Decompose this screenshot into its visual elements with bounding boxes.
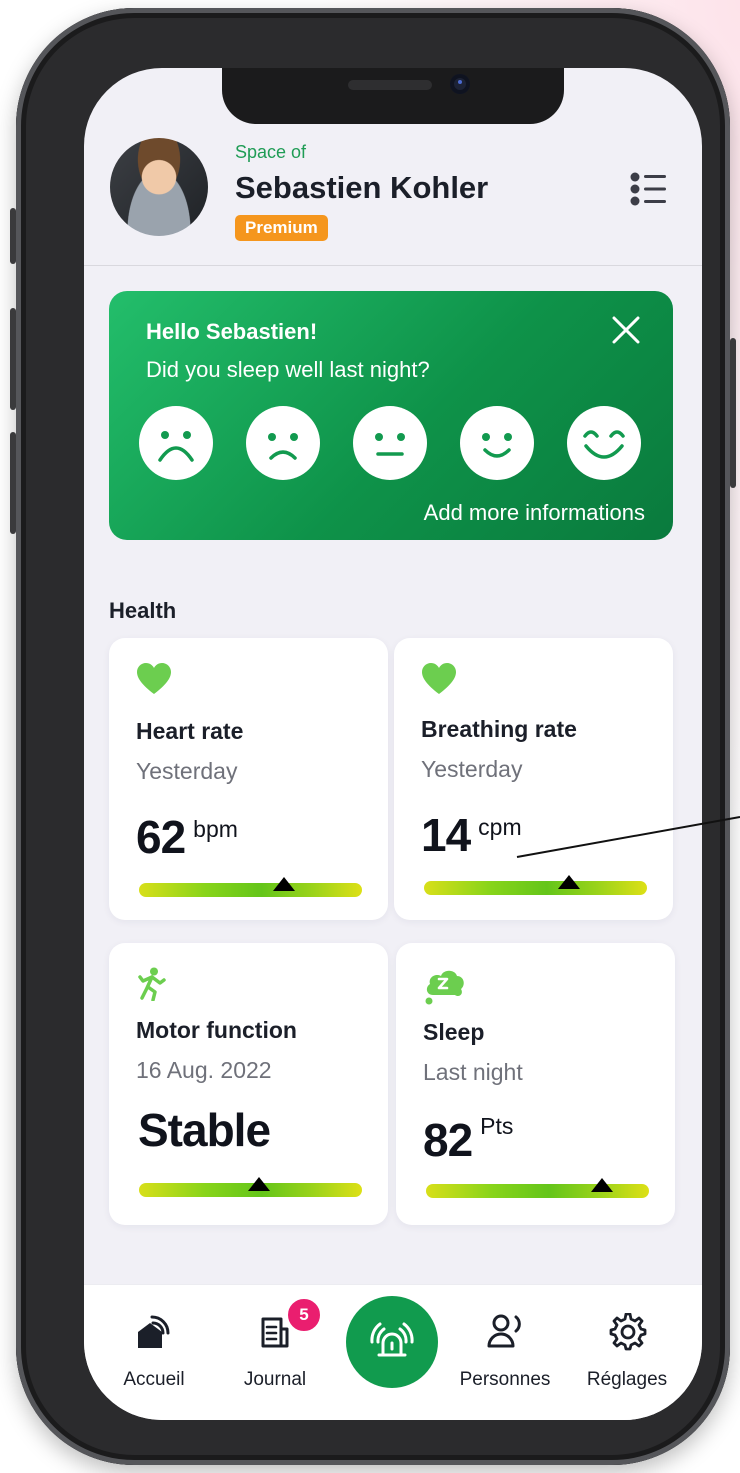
app-screen: Space of Sebastien Kohler Premium Hello …: [84, 68, 702, 1420]
nav-settings-label: Réglages: [586, 1369, 668, 1390]
mood-happy-button[interactable]: [460, 406, 534, 480]
nav-journal-label: Journal: [243, 1369, 307, 1390]
mood-very-happy-button[interactable]: [567, 406, 641, 480]
breathing-rate-unit: cpm: [478, 814, 522, 840]
mood-sad-button[interactable]: [246, 406, 320, 480]
breathing-rate-period: Yesterday: [421, 756, 523, 782]
volume-down-button: [10, 432, 16, 534]
menu-icon[interactable]: [630, 172, 668, 206]
breathing-rate-gauge: [424, 875, 647, 895]
space-label: Space of: [235, 142, 307, 162]
sleep-score: 82: [423, 1114, 473, 1166]
volume-up-button: [10, 308, 16, 410]
greeting-question: Did you sleep well last night?: [146, 357, 430, 382]
sleep-gauge: [426, 1178, 649, 1198]
heart-rate-period: Yesterday: [136, 758, 238, 784]
nav-home-label: Accueil: [123, 1369, 185, 1390]
motor-function-gauge: [139, 1177, 362, 1197]
mood-very-sad-button[interactable]: [139, 406, 213, 480]
motor-function-gauge-marker: [248, 1177, 271, 1191]
sleep-gauge-marker: [591, 1178, 614, 1192]
breathing-rate-card[interactable]: Breathing rate Yesterday 14 cpm: [394, 638, 673, 920]
heart-rate-title: Heart rate: [136, 718, 244, 744]
motor-function-status: Stable: [138, 1104, 271, 1156]
mood-neutral-button[interactable]: [353, 406, 427, 480]
nav-people[interactable]: Personnes: [445, 1285, 565, 1405]
heart-rate-value: 62: [136, 811, 186, 863]
phone-frame: Space of Sebastien Kohler Premium Hello …: [10, 8, 736, 1465]
nav-people-label: Personnes: [459, 1369, 551, 1390]
speaker: [348, 80, 432, 90]
people-icon: [487, 1314, 521, 1348]
user-name: Sebastien Kohler: [235, 170, 489, 205]
bottom-navigation: Accueil 5 Journal Personnes Réglages: [84, 1284, 702, 1420]
add-more-info-link[interactable]: Add more informations: [424, 500, 645, 526]
heart-rate-unit: bpm: [193, 816, 238, 842]
heart-rate-gauge: [139, 877, 362, 897]
heart-icon: [136, 662, 172, 698]
alarm-button[interactable]: [346, 1296, 438, 1388]
breathing-rate-gauge-marker: [557, 875, 580, 889]
motor-function-card[interactable]: Motor function 16 Aug. 2022 Stable: [109, 943, 388, 1225]
gear-icon: [609, 1313, 647, 1351]
home-wifi-icon: [138, 1315, 170, 1348]
sleep-cloud-icon: [423, 967, 464, 1005]
health-section-title: Health: [109, 598, 177, 623]
sleep-title: Sleep: [423, 1019, 485, 1045]
journal-notification-badge: 5: [286, 1297, 322, 1333]
sleep-survey-card: Hello Sebastien! Did you sleep well last…: [109, 291, 673, 540]
heart-icon: [421, 662, 457, 698]
running-person-icon: [135, 967, 171, 1003]
header-divider: [84, 265, 702, 266]
sleep-card[interactable]: Sleep Last night 82 Pts: [396, 943, 675, 1225]
sleep-value-row: 82 Pts: [423, 1113, 513, 1167]
front-camera: [450, 74, 470, 94]
breathing-rate-title: Breathing rate: [421, 716, 577, 742]
silent-switch: [10, 208, 16, 264]
breathing-rate-value-row: 14 cpm: [421, 808, 522, 862]
sleep-unit: Pts: [480, 1113, 514, 1139]
heart-rate-gauge-marker: [272, 877, 295, 891]
nav-journal[interactable]: 5 Journal: [215, 1285, 335, 1405]
power-button: [730, 338, 736, 488]
motor-function-title: Motor function: [136, 1017, 297, 1043]
close-icon[interactable]: [611, 315, 641, 345]
notch: [222, 68, 564, 124]
avatar[interactable]: [110, 138, 208, 236]
nav-home[interactable]: Accueil: [94, 1285, 214, 1405]
greeting-title: Hello Sebastien!: [146, 319, 318, 344]
mood-selector: [139, 406, 641, 481]
alarm-icon: [370, 1322, 414, 1357]
nav-settings[interactable]: Réglages: [567, 1285, 687, 1405]
motor-function-date: 16 Aug. 2022: [136, 1057, 272, 1083]
heart-rate-card[interactable]: Heart rate Yesterday 62 bpm: [109, 638, 388, 920]
premium-badge: Premium: [235, 215, 328, 241]
breathing-rate-value: 14: [421, 809, 471, 861]
sleep-period: Last night: [423, 1059, 523, 1085]
heart-rate-value-row: 62 bpm: [136, 810, 238, 864]
